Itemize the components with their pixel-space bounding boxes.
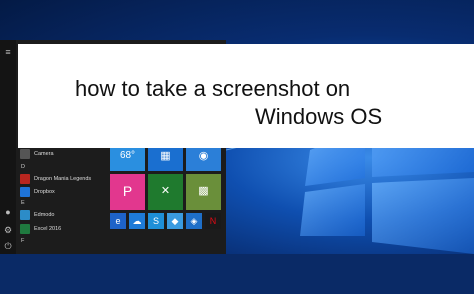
xbox-tile[interactable]: ✕ bbox=[148, 174, 183, 210]
edge-tile[interactable]: e bbox=[110, 213, 126, 229]
camera-tile[interactable]: ◉ bbox=[186, 145, 221, 171]
camera-icon bbox=[20, 149, 30, 159]
skype-app-tile[interactable]: S bbox=[148, 213, 164, 229]
webcam-icon: ◉ bbox=[198, 150, 209, 162]
settings-icon[interactable]: ⚙ bbox=[2, 224, 14, 236]
weather-temperature: 68° bbox=[119, 150, 136, 161]
banner-title-line-2: Windows OS bbox=[255, 104, 383, 129]
section-letter-d[interactable]: D bbox=[21, 164, 25, 170]
picsart-tile[interactable]: P bbox=[110, 174, 145, 210]
skype-icon: S bbox=[152, 216, 159, 226]
twitter-icon: ◆ bbox=[171, 216, 179, 226]
app-camera[interactable]: Camera bbox=[18, 148, 110, 160]
weather-tile[interactable]: 68° bbox=[110, 145, 145, 171]
user-avatar-icon[interactable]: ● bbox=[2, 206, 14, 218]
shield-icon: ◈ bbox=[190, 216, 198, 226]
twitter-tile[interactable]: ◆ bbox=[167, 213, 183, 229]
dropbox-icon bbox=[20, 187, 30, 197]
shield-tile[interactable]: ◈ bbox=[186, 213, 202, 229]
picsart-icon: P bbox=[122, 183, 133, 199]
banner-title-line-1: how to take a screenshot on bbox=[75, 76, 351, 101]
app-edmodo[interactable]: Edmodo bbox=[18, 209, 110, 221]
excel-icon bbox=[20, 224, 30, 234]
section-letter-e[interactable]: E bbox=[21, 200, 25, 206]
section-letter-f[interactable]: F bbox=[21, 238, 24, 244]
tile-grid: 68° ▦ ◉ P ✕ ▩ e ☁ S ◆ ◈ N bbox=[110, 145, 226, 294]
app-label: Camera bbox=[34, 151, 54, 157]
xbox-icon: ✕ bbox=[160, 185, 171, 197]
minecraft-tile[interactable]: ▩ bbox=[186, 174, 221, 210]
store-tile[interactable]: ▦ bbox=[148, 145, 183, 171]
app-label: Dropbox bbox=[34, 189, 55, 195]
power-icon[interactable]: ⏻ bbox=[2, 240, 14, 252]
netflix-tile[interactable]: N bbox=[205, 213, 221, 229]
netflix-icon: N bbox=[209, 216, 217, 226]
app-label: Dragon Mania Legends bbox=[34, 176, 92, 182]
app-dragon-mania-legends[interactable]: Dragon Mania Legends bbox=[18, 173, 110, 185]
edmodo-icon bbox=[20, 210, 30, 220]
app-label: Edmodo bbox=[34, 212, 55, 218]
app-dropbox[interactable]: Dropbox bbox=[18, 186, 110, 198]
edge-icon: e bbox=[115, 216, 121, 226]
store-icon: ▦ bbox=[160, 150, 171, 162]
onedrive-tile[interactable]: ☁ bbox=[129, 213, 145, 229]
title-banner: how to take a screenshot on Windows OS bbox=[18, 44, 474, 148]
minecraft-icon: ▩ bbox=[198, 185, 209, 197]
start-rail: ≡ ● ⚙ ⏻ bbox=[0, 40, 16, 254]
onedrive-icon: ☁ bbox=[132, 216, 142, 226]
hamburger-menu-icon[interactable]: ≡ bbox=[2, 46, 14, 58]
dragon-icon bbox=[20, 174, 30, 184]
app-label: Excel 2016 bbox=[34, 226, 62, 232]
app-excel-2016[interactable]: Excel 2016 bbox=[18, 223, 110, 235]
